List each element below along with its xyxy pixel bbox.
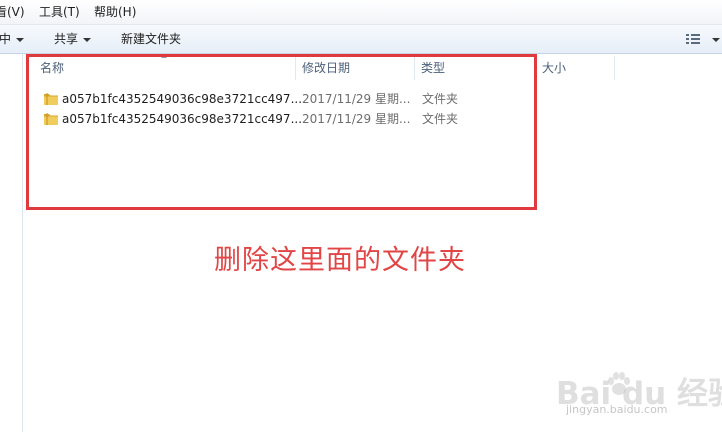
chevron-down-icon (16, 37, 25, 42)
explorer-window: 看(V) 工具(T) 帮助(H) 中 共享 新建文件夹 名称 修改日期 类型 大… (0, 0, 722, 432)
view-options-icon[interactable] (686, 33, 700, 45)
paw-icon (608, 372, 630, 395)
chevron-down-icon (83, 37, 92, 42)
command-bar: 中 共享 新建文件夹 (0, 25, 722, 54)
include-in-library-button[interactable]: 中 (0, 31, 25, 47)
menu-view[interactable]: 看(V) (0, 4, 25, 20)
column-header-size[interactable]: 大小 (542, 56, 566, 80)
menu-bar: 看(V) 工具(T) 帮助(H) (0, 0, 722, 25)
watermark-url: jingyan.baidu.com (566, 403, 668, 416)
column-divider[interactable] (614, 56, 615, 80)
annotation-text: 删除这里面的文件夹 (214, 245, 466, 276)
highlight-box (26, 54, 537, 210)
share-label: 共享 (54, 32, 79, 46)
navigation-pane (0, 54, 23, 432)
menu-tools[interactable]: 工具(T) (39, 4, 80, 20)
menu-help[interactable]: 帮助(H) (94, 4, 136, 20)
include-label: 中 (0, 32, 12, 46)
share-button[interactable]: 共享 (54, 31, 92, 47)
view-chevron-down-icon[interactable] (712, 38, 720, 42)
new-folder-button[interactable]: 新建文件夹 (121, 31, 181, 47)
